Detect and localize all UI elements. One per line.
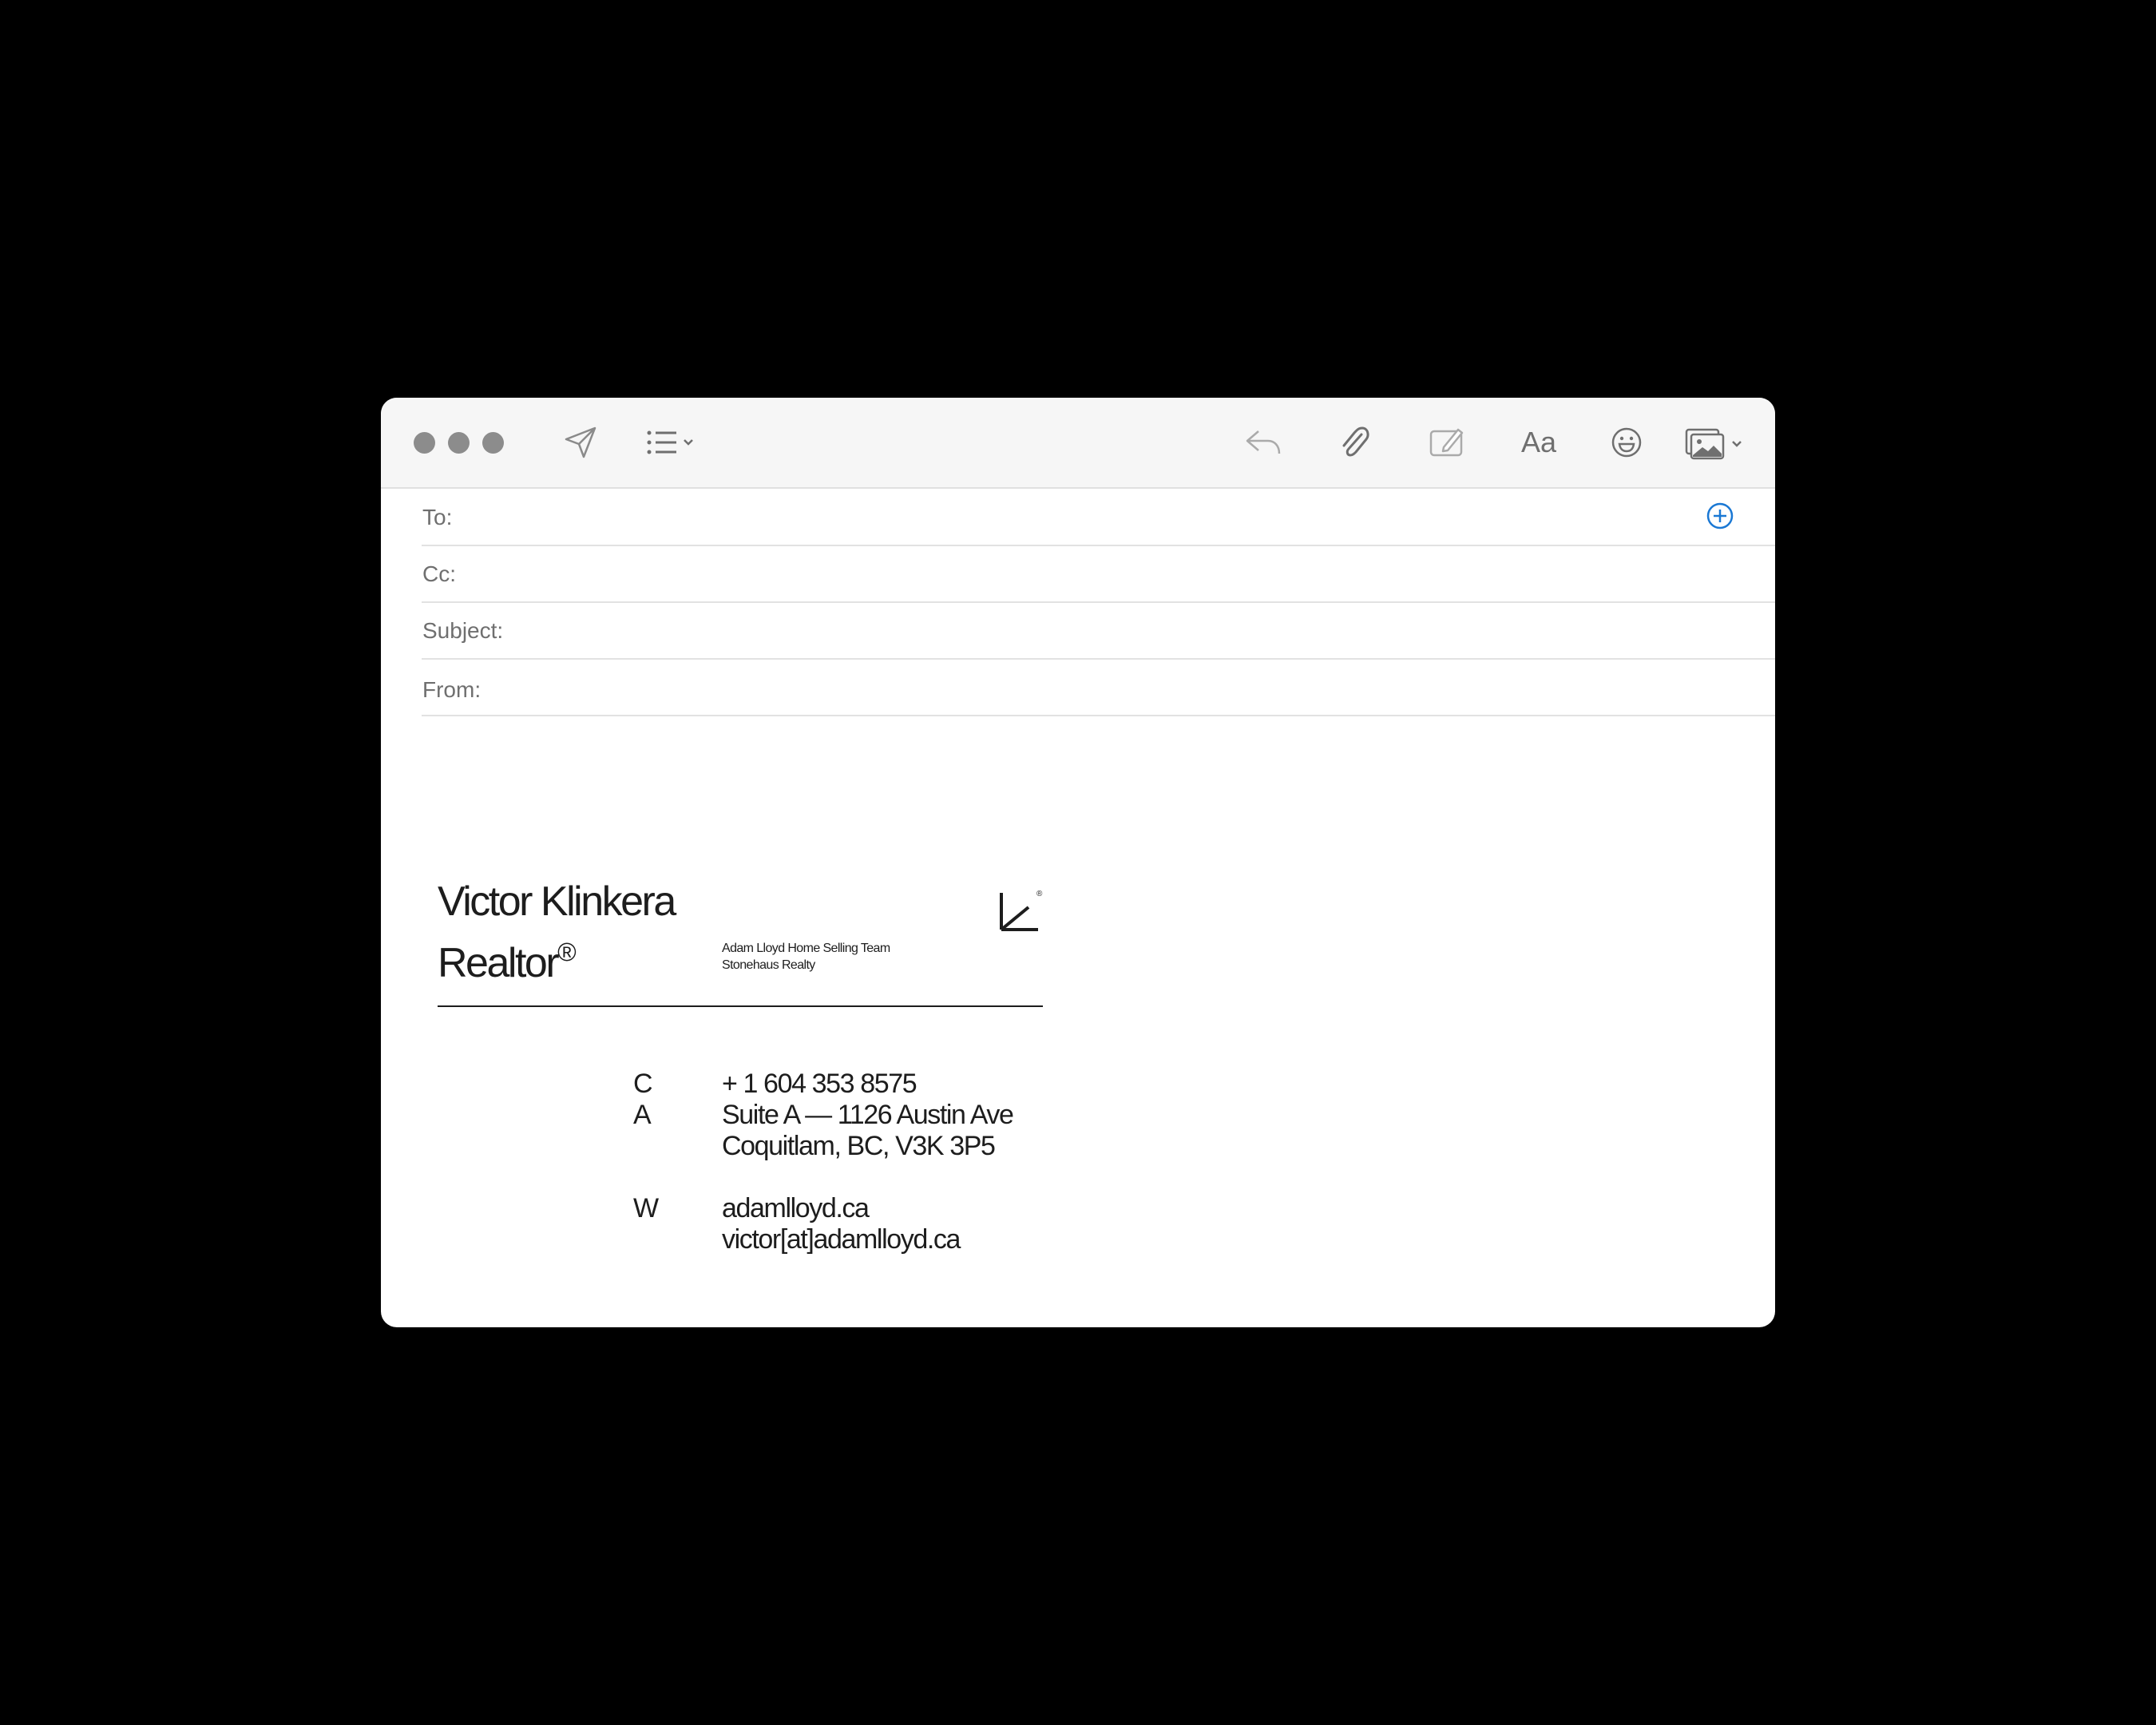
mail-compose-window: Aa To: Cc: Subject: From: Victor Klinker… [381,398,1775,1327]
toolbar: Aa [381,398,1775,489]
address-label: A [633,1100,652,1130]
signature-name: Victor Klinkera [438,878,676,925]
to-field-row: To: [422,489,1775,546]
photo-browser-button[interactable] [1682,418,1751,466]
markup-pencil-icon [1429,428,1464,457]
format-list-button[interactable] [640,418,704,466]
send-button[interactable] [557,418,604,466]
adam-lloyd-logo: ® [1000,890,1043,931]
subject-field-row: Subject: [422,602,1775,660]
registered-mark: ® [557,938,577,966]
from-field-row: From: [422,659,1775,716]
markup-button[interactable] [1423,418,1471,466]
signature-divider [438,1005,1043,1007]
from-label: From: [422,677,482,702]
logo-registered-mark: ® [1036,890,1043,898]
cc-label: Cc: [422,561,456,586]
to-field[interactable] [517,497,1711,538]
format-button[interactable]: Aa [1511,418,1567,466]
to-label: To: [422,505,453,529]
subject-label: Subject: [422,618,504,643]
from-field[interactable] [525,667,1711,708]
signature-team: Adam Lloyd Home Selling Team Stonehaus R… [722,940,890,974]
web-label: W [633,1193,660,1223]
reply-arrow-icon [1246,430,1281,454]
smiley-face-icon [1611,427,1642,458]
paperclip-icon [1342,426,1369,457]
team-name: Adam Lloyd Home Selling Team [722,942,890,955]
signature-title: Realtor® [438,927,577,989]
photo-browser-icon [1685,428,1742,460]
chevron-down-icon [1732,441,1742,447]
email-address[interactable]: victor[at]adamlloyd.ca [722,1224,961,1255]
signature-title-text: Realtor [438,940,560,986]
subject-field[interactable] [525,610,1711,652]
add-circle-icon[interactable] [1706,502,1734,530]
website-link[interactable]: adamlloyd.ca [722,1193,870,1224]
emoji-button[interactable] [1603,418,1651,466]
attach-button[interactable] [1331,418,1379,466]
chevron-down-icon [684,439,693,446]
zoom-button[interactable] [482,432,504,454]
cell-label: C [633,1069,653,1099]
address-line-1: Suite A — 1126 Austin Ave [722,1100,1014,1130]
cell-phone[interactable]: + 1 604 353 8575 [722,1069,917,1100]
bulleted-list-icon [647,430,693,454]
reply-button[interactable] [1239,418,1287,466]
address-line-2: Coquitlam, BC, V3K 3P5 [722,1131,996,1161]
close-button[interactable] [414,432,435,454]
brokerage-name: Stonehaus Realty [722,958,815,972]
cc-field-row: Cc: [422,545,1775,603]
minimize-button[interactable] [448,432,470,454]
cc-field[interactable] [517,553,1711,595]
paper-plane-icon [565,426,596,458]
